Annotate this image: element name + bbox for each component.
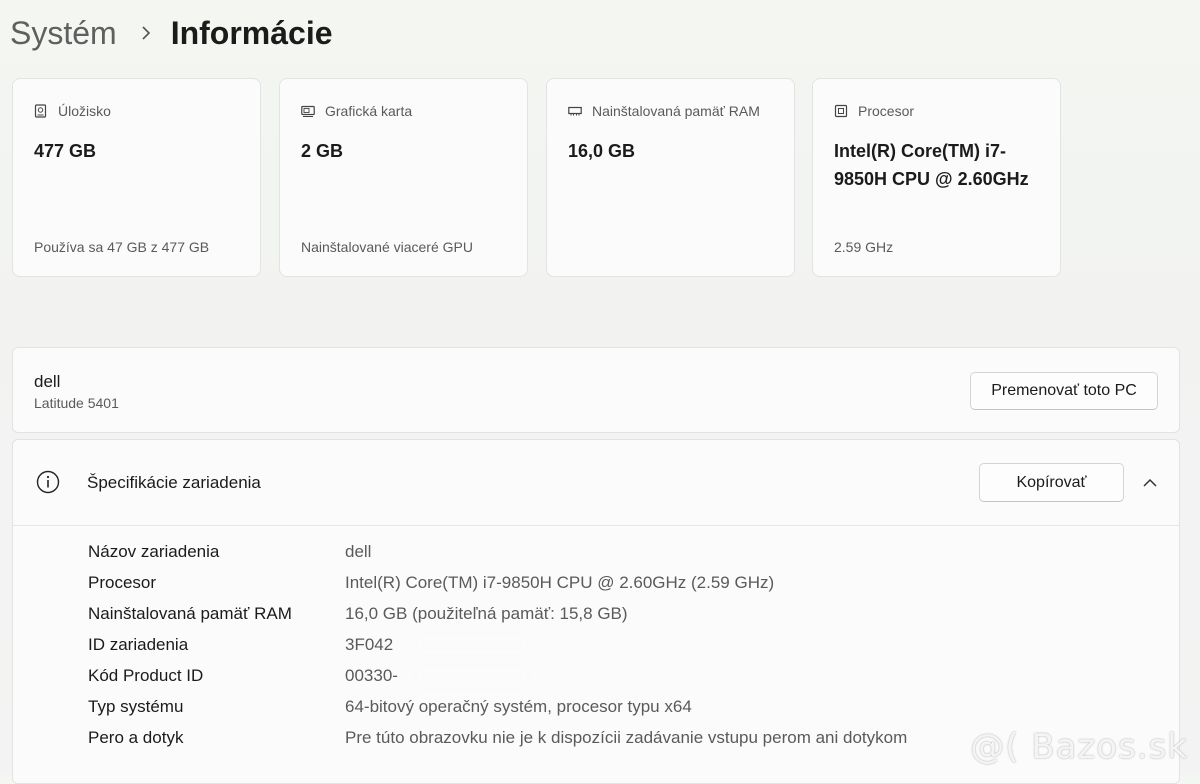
spec-key: Procesor <box>88 573 157 592</box>
spec-value: 3F042 <box>345 633 527 657</box>
card-header: Úložisko <box>34 103 111 119</box>
ram-icon <box>568 104 582 118</box>
info-icon <box>36 470 60 494</box>
card-label: Procesor <box>858 103 915 119</box>
pc-model: Latitude 5401 <box>34 395 119 411</box>
spec-key: Pero a dotyk <box>88 728 184 747</box>
redaction-blur <box>417 668 527 686</box>
spec-value: 16,0 GB (použiteľná pamäť: 15,8 GB) <box>345 604 628 623</box>
pc-name: dell <box>34 372 61 391</box>
card-header: Procesor <box>834 103 914 119</box>
bazos-watermark: @( Bazos.sk <box>970 727 1188 767</box>
device-specs-title: Špecifikácie zariadenia <box>87 473 261 492</box>
page-title: Informácie <box>170 14 333 51</box>
chevron-up-icon[interactable] <box>1140 475 1160 491</box>
spec-value-text: 00330- <box>345 666 398 685</box>
copy-button[interactable]: Kopírovať <box>979 463 1124 502</box>
spec-value-text: 3F042 <box>345 635 394 654</box>
card-subtext: Používa sa 47 GB z 477 GB <box>34 239 210 255</box>
spec-value: dell <box>345 542 372 561</box>
storage-card[interactable]: Úložisko 477 GB Používa sa 47 GB z 477 G… <box>12 78 261 277</box>
spec-key: Typ systému <box>88 697 184 716</box>
spec-key: Nainštalovaná pamäť RAM <box>88 604 292 623</box>
spec-value: 64-bitový operačný systém, procesor typu… <box>345 697 692 716</box>
storage-icon <box>34 104 48 118</box>
card-label: Grafická karta <box>325 103 413 119</box>
card-subtext: 2.59 GHz <box>834 239 894 255</box>
card-header: Nainštalovaná pamäť RAM <box>568 103 760 119</box>
pc-name-panel: dell Latitude 5401 Premenovať toto PC <box>12 347 1180 433</box>
spec-value: Intel(R) Core(TM) i7-9850H CPU @ 2.60GHz… <box>345 573 775 592</box>
card-value: 477 GB <box>34 141 97 161</box>
spec-key: ID zariadenia <box>88 635 189 654</box>
chevron-right-icon <box>139 26 153 40</box>
card-subtext: Nainštalované viaceré GPU <box>301 239 473 255</box>
graphics-card-icon <box>301 104 315 118</box>
breadcrumb-system-link[interactable]: Systém <box>10 15 117 52</box>
spec-value: Pre túto obrazovku nie je k dispozícii z… <box>345 728 908 747</box>
card-value: 16,0 GB <box>568 141 636 161</box>
card-value: 2 GB <box>301 141 344 161</box>
spec-value: 00330- <box>345 664 527 688</box>
redaction-blur <box>417 637 527 655</box>
rename-pc-button[interactable]: Premenovať toto PC <box>970 372 1158 410</box>
spec-key: Názov zariadenia <box>88 542 220 561</box>
breadcrumb: Systém Informácie <box>10 12 333 54</box>
ram-card[interactable]: Nainštalovaná pamäť RAM 16,0 GB <box>546 78 795 277</box>
graphics-card[interactable]: Grafická karta 2 GB Nainštalované viacer… <box>279 78 528 277</box>
processor-card[interactable]: Procesor Intel(R) Core(TM) i7-9850H CPU … <box>812 78 1061 277</box>
processor-icon <box>834 104 848 118</box>
device-specs-header[interactable]: Špecifikácie zariadenia Kopírovať <box>13 440 1179 526</box>
spec-key: Kód Product ID <box>88 666 204 685</box>
card-header: Grafická karta <box>301 103 412 119</box>
card-label: Úložisko <box>58 103 111 119</box>
card-label: Nainštalovaná pamäť RAM <box>592 103 760 119</box>
card-value: Intel(R) Core(TM) i7-9850H CPU @ 2.60GHz <box>834 141 1029 189</box>
